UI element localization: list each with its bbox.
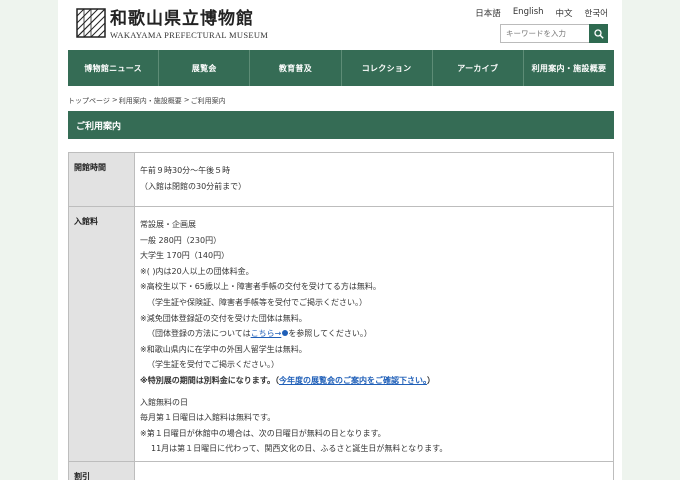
- free-day-title: 入館無料の日: [140, 397, 188, 407]
- language-switcher: 日本語 English 中文 한국어: [475, 7, 608, 19]
- reduce-sub-prefix: （団体登録の方法については: [147, 329, 251, 339]
- admission-free-note: ※高校生以下・65歳以上・障害者手帳の交付を受けてる方は無料。: [140, 282, 381, 292]
- page-container: 和歌山県立博物館 WAKAYAMA PREFECTURAL MUSEUM 日本語…: [58, 0, 622, 480]
- search-box: [500, 24, 608, 43]
- table-row-discount: 割引: [68, 461, 614, 480]
- hours-header: 開館時間: [68, 152, 135, 207]
- search-button[interactable]: [589, 24, 608, 43]
- nav-collection[interactable]: コレクション: [342, 50, 433, 86]
- free-day-line: 毎月第１日曜日は入館料は無料です。: [140, 413, 276, 423]
- site-logo[interactable]: 和歌山県立博物館 WAKAYAMA PREFECTURAL MUSEUM: [76, 8, 268, 40]
- special-prefix: ※特別展の期間は別料金になります。（: [140, 375, 279, 385]
- breadcrumb-separator: >: [111, 96, 118, 104]
- nav-exhibitions[interactable]: 展覧会: [159, 50, 251, 86]
- nav-archive[interactable]: アーカイブ: [433, 50, 524, 86]
- page-title: ご利用案内: [68, 111, 614, 139]
- admission-general-price: 一般 280円（230円）: [140, 235, 222, 245]
- breadcrumb-separator: >: [183, 96, 190, 104]
- admission-special-note: ※特別展の期間は別料金になります。（今年度の展覧会のご案内をご確認下さい。）: [140, 373, 608, 389]
- table-row-hours: 開館時間 午前９時30分〜午後５時 （入館は閉館の30分前まで）: [68, 152, 614, 207]
- free-day-note: ※第１日曜日が休館中の場合は、次の日曜日が無料の日となります。: [140, 428, 386, 438]
- hours-cell: 午前９時30分〜午後５時 （入館は閉館の30分前まで）: [134, 152, 614, 207]
- group-registration-link[interactable]: こちら→: [251, 329, 282, 338]
- breadcrumb-visitor-info[interactable]: 利用案内・施設概要: [119, 96, 182, 106]
- lang-english[interactable]: English: [513, 7, 544, 19]
- info-table: 開館時間 午前９時30分〜午後５時 （入館は閉館の30分前まで） 入館料 常設展…: [68, 152, 614, 480]
- nav-education[interactable]: 教育普及: [250, 50, 342, 86]
- breadcrumb: トップページ > 利用案内・施設概要 > ご利用案内: [68, 96, 226, 106]
- hours-line: 午前９時30分〜午後５時: [140, 166, 231, 175]
- admission-group-note: ※( )内は20人以上の団体料金。: [140, 266, 254, 276]
- logo-subtitle: WAKAYAMA PREFECTURAL MUSEUM: [110, 30, 269, 40]
- admission-foreign-sub: （学生証を受付でご掲示ください。）: [147, 360, 279, 370]
- museum-logo-icon: [76, 8, 106, 38]
- admission-category: 常設展・企画展: [140, 220, 196, 229]
- discount-header: 割引: [68, 461, 135, 480]
- reduce-sub-suffix: を参照してください。）: [288, 329, 372, 339]
- admission-foreign-note: ※和歌山県内に在学中の外国人留学生は無料。: [140, 344, 307, 354]
- lang-korean[interactable]: 한국어: [585, 7, 608, 19]
- nav-museum-news[interactable]: 博物館ニュース: [68, 50, 160, 86]
- search-icon: [593, 28, 604, 39]
- admission-reduce-note: ※減免団体登録証の交付を受けた団体は無料。: [140, 313, 307, 323]
- admission-reduce-sub: （団体登録の方法についてはこちら→ を参照してください。）: [140, 326, 608, 342]
- table-row-admission: 入館料 常設展・企画展 一般 280円（230円） 大学生 170円（140円）…: [68, 206, 614, 462]
- admission-free-note-sub: （学生証や保険証、障害者手帳等を受付でご掲示ください。）: [147, 297, 367, 307]
- logo-title: 和歌山県立博物館: [110, 9, 254, 29]
- exhibition-info-link[interactable]: 今年度の展覧会のご案内をご確認下さい。: [279, 376, 427, 385]
- hours-note: （入館は閉館の30分前まで）: [140, 181, 247, 191]
- breadcrumb-top[interactable]: トップページ: [68, 96, 110, 106]
- lang-chinese[interactable]: 中文: [556, 7, 573, 19]
- main-nav: 博物館ニュース 展覧会 教育普及 コレクション アーカイブ 利用案内・施設概要: [68, 50, 614, 86]
- admission-student-price: 大学生 170円（140円）: [140, 251, 230, 261]
- nav-visitor-info[interactable]: 利用案内・施設概要: [524, 50, 614, 86]
- special-suffix: ）: [426, 375, 435, 385]
- discount-cell: [134, 461, 614, 480]
- admission-cell: 常設展・企画展 一般 280円（230円） 大学生 170円（140円） ※( …: [134, 206, 614, 462]
- breadcrumb-current: ご利用案内: [190, 97, 226, 105]
- search-input[interactable]: [500, 24, 589, 43]
- lang-japanese[interactable]: 日本語: [475, 7, 501, 19]
- admission-header: 入館料: [68, 206, 135, 462]
- free-day-note-sub: 11月は第１日曜日に代わって、関西文化の日、ふるさと誕生日が無料となります。: [151, 444, 448, 454]
